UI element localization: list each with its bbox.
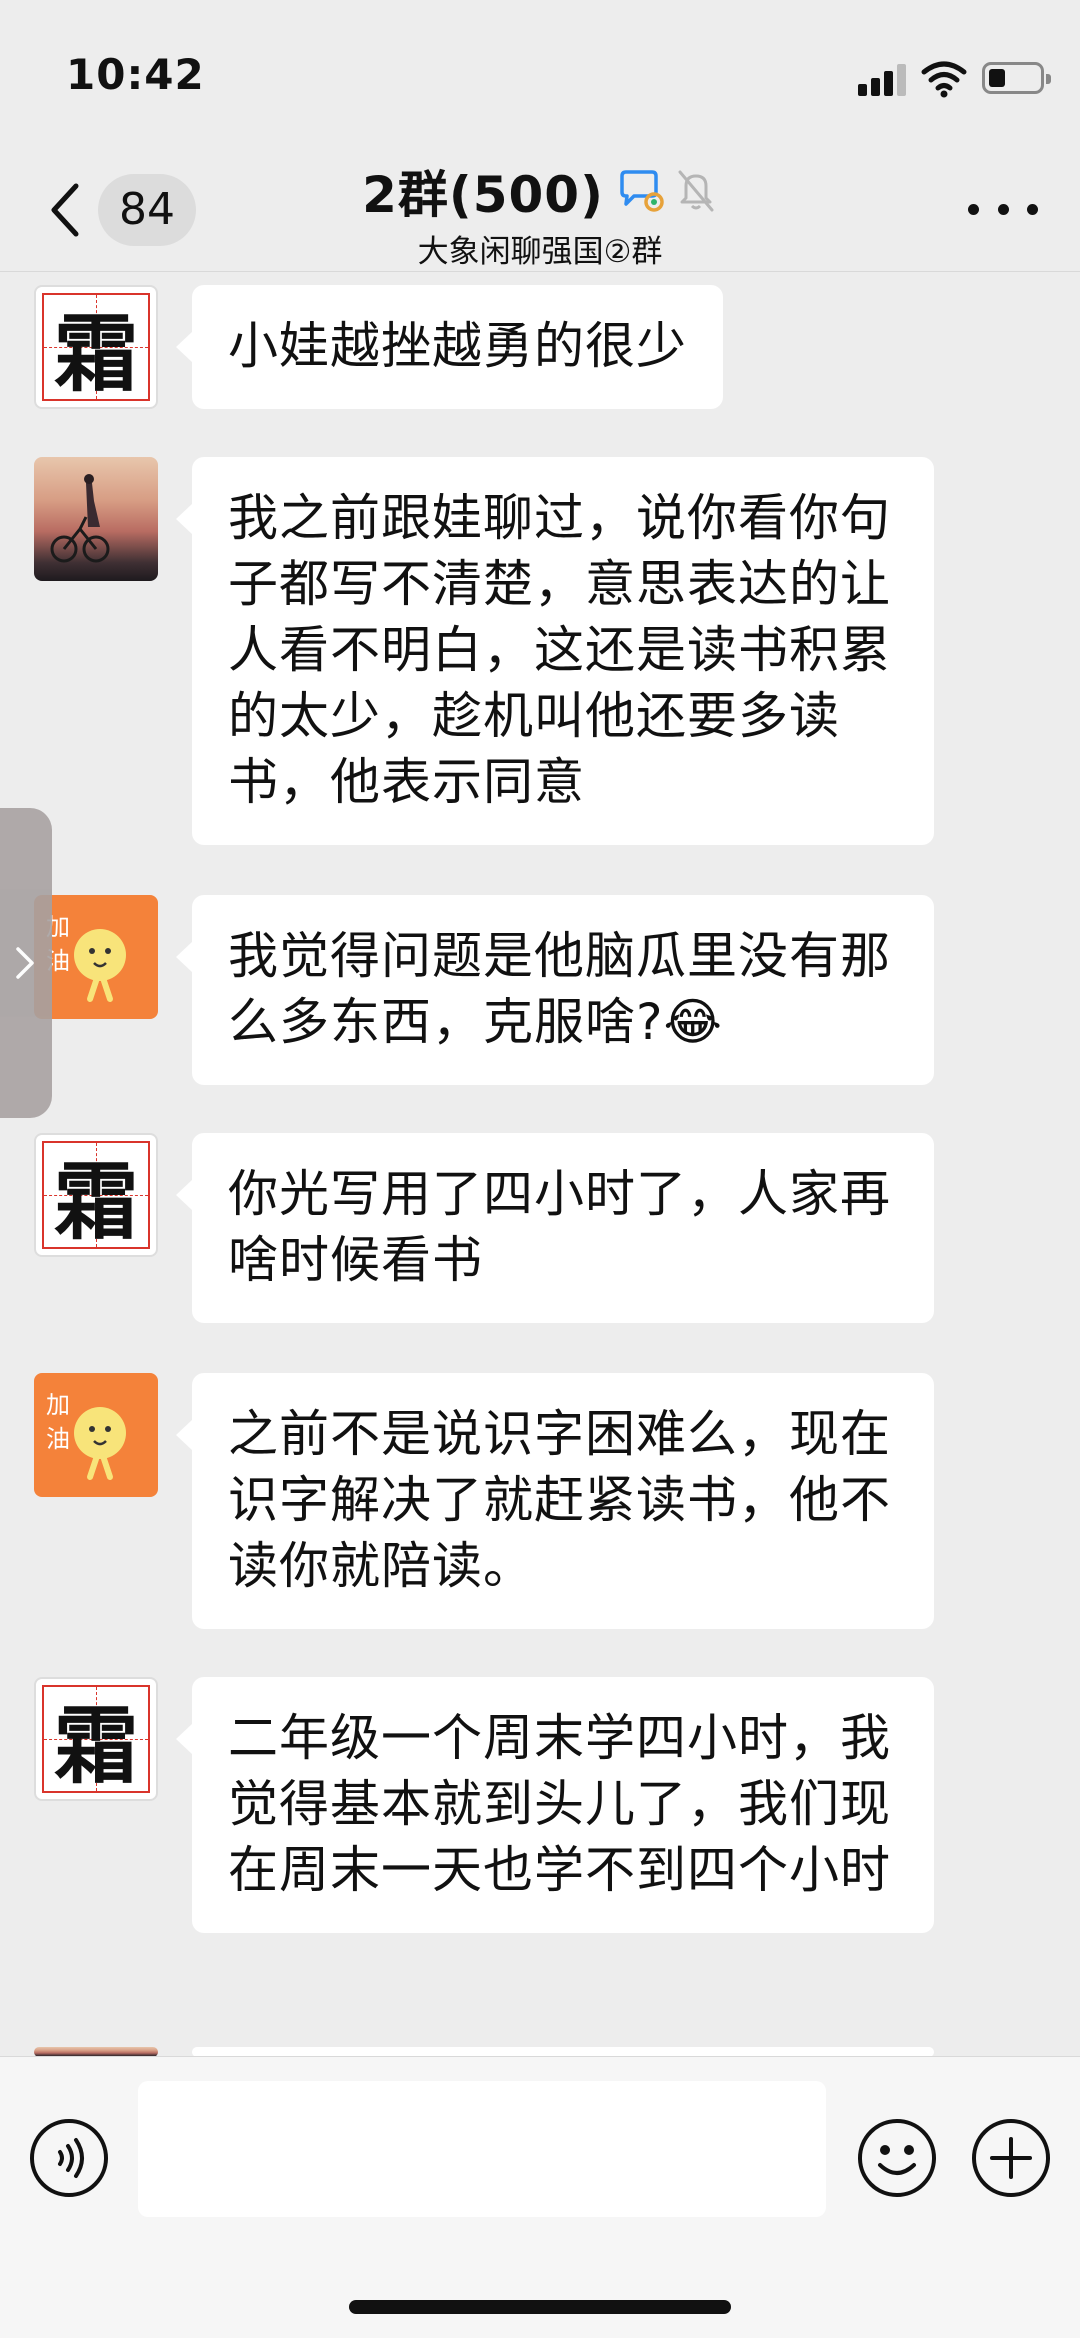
message-input[interactable] — [138, 2081, 826, 2217]
battery-icon — [982, 62, 1051, 94]
voice-icon[interactable] — [28, 2117, 110, 2199]
message-bubble[interactable]: 我之前跟娃聊过，说你看你句子都写不清楚，意思表达的让人看不明白，这还是读书积累的… — [176, 457, 934, 845]
avatar-character: 霜 — [53, 303, 138, 403]
message-text: 我觉得问题是他脑瓜里没有那么多东西，克服啥? — [228, 927, 891, 1051]
chat-screen: 10:42 84 2群(500) 大象闲聊强国②群 霜 小娃越挫越勇的很少 我之… — [0, 0, 1080, 2338]
chat-title-block[interactable]: 2群(500) 大象闲聊强国②群 — [240, 158, 840, 271]
chevron-left-icon — [51, 183, 79, 237]
home-indicator — [349, 2300, 731, 2314]
avatar-orange[interactable]: 加 油 — [34, 895, 158, 1019]
plus-icon[interactable] — [970, 2117, 1052, 2199]
chat-subtitle: 大象闲聊强国②群 — [417, 234, 663, 270]
nav-bar: 84 2群(500) 大象闲聊强国②群 — [0, 150, 1080, 272]
avatar-shuang[interactable]: 霜 — [34, 1133, 158, 1257]
avatar-text: 油 — [46, 1425, 70, 1453]
avatar-shuang[interactable]: 霜 — [34, 285, 158, 409]
wifi-icon — [921, 61, 967, 98]
mute-bell-icon — [678, 170, 714, 212]
cyclist-silhouette-icon — [50, 474, 110, 563]
avatar-shuang[interactable]: 霜 — [34, 1677, 158, 1801]
status-time: 10:42 — [66, 50, 205, 99]
dot — [997, 203, 1009, 215]
avatar-character: 霜 — [53, 1151, 138, 1251]
side-drawer-handle[interactable] — [0, 808, 52, 1118]
message-bubble[interactable]: 你光写用了四小时了，人家再啥时候看书 — [176, 1133, 934, 1323]
message-bubble[interactable]: 二年级一个周末学四小时，我觉得基本就到头儿了，我们现在周末一天也学不到四个小时 — [176, 1677, 934, 1933]
more-dots-icon — [968, 203, 979, 215]
avatar-orange[interactable]: 加 油 — [34, 1373, 158, 1497]
message-bubble[interactable]: 小娃越挫越勇的很少 — [176, 285, 723, 409]
message-bubble-partial[interactable] — [192, 2047, 934, 2056]
message-list[interactable]: 霜 小娃越挫越勇的很少 我之前跟娃聊过，说你看你句子都写不清楚，意思表达的让人看… — [0, 273, 1080, 2056]
avatar-photo[interactable] — [34, 457, 158, 581]
chat-title: 2群(500) — [362, 166, 604, 224]
avatar-character: 霜 — [53, 1695, 138, 1795]
input-bar — [0, 2056, 1080, 2338]
back-button[interactable]: 84 — [40, 170, 196, 250]
more-options-button[interactable] — [968, 194, 1038, 224]
chevron-right-icon — [16, 947, 34, 979]
group-chat-icon — [620, 170, 664, 212]
avatar-text: 加 — [46, 1391, 70, 1419]
message-bubble[interactable]: 之前不是说识字困难么，现在识字解决了就赶紧读书，他不读你就陪读。 — [176, 1373, 934, 1629]
message-bubble[interactable]: 我觉得问题是他脑瓜里没有那么多东西，克服啥?😂 — [176, 895, 934, 1085]
emoji-icon[interactable] — [856, 2117, 938, 2199]
avatar-photo[interactable] — [34, 2047, 158, 2056]
laughing-emoji-icon: 😂 — [663, 993, 723, 1051]
unread-count-badge: 84 — [98, 174, 196, 246]
dot — [1027, 203, 1038, 215]
cellular-signal-icon — [858, 62, 908, 96]
status-bar: 10:42 — [0, 0, 1080, 150]
